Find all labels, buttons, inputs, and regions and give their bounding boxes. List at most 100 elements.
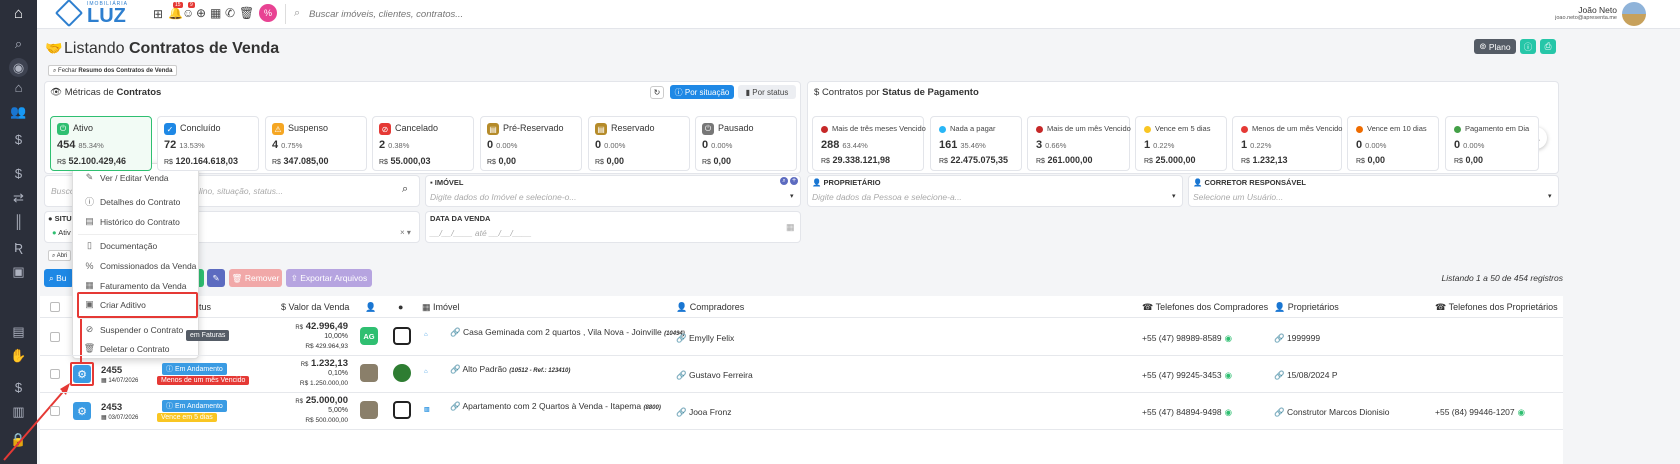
property-link[interactable]: 🔗 Alto Padrão (10512 - Ref.: 123410) bbox=[450, 364, 570, 375]
metric-card-5[interactable]: ▤ Reservado 0 0.00% R$ 0,00 bbox=[588, 116, 690, 171]
metric-card-4[interactable]: ▤ Pré-Reservado 0 0.00% R$ 0,00 bbox=[480, 116, 582, 171]
buyer-link[interactable]: 🔗 Emylly Felix bbox=[676, 333, 734, 344]
imovel-add-icon[interactable]: + bbox=[790, 177, 798, 185]
money-icon[interactable]: $ bbox=[9, 130, 28, 149]
chevron-down-icon[interactable]: ▾ bbox=[790, 192, 794, 200]
owner-phone-number: +55 (84) 99446-1207 bbox=[1435, 407, 1515, 417]
phone-icon[interactable]: ✆ bbox=[225, 6, 235, 20]
select-all-checkbox[interactable] bbox=[50, 302, 60, 312]
divider bbox=[40, 317, 1563, 318]
menu-item-addendum[interactable]: ▣ Criar Aditivo bbox=[84, 299, 146, 310]
shuffle-icon[interactable]: ⇄ bbox=[9, 188, 28, 207]
calendar-icon[interactable]: ▦ bbox=[210, 6, 221, 20]
buyer-link[interactable]: 🔗 Jooa Fronz bbox=[676, 407, 731, 418]
dollar-icon[interactable]: $ bbox=[9, 164, 28, 183]
clear-icon[interactable]: × ▾ bbox=[400, 228, 411, 237]
house-icon[interactable]: ⌂ bbox=[9, 78, 28, 97]
payment-title-bold: Status de Pagamento bbox=[882, 87, 979, 98]
barcode-icon[interactable]: ║ bbox=[9, 212, 28, 231]
imovel-filter[interactable] bbox=[425, 175, 801, 207]
payment-card-3[interactable]: Vence em 5 dias 1 0.22% R$ 25.000,00 bbox=[1135, 116, 1227, 171]
owner-link[interactable]: 🔗 15/08/2024 P bbox=[1274, 370, 1338, 381]
search-icon[interactable]: ⌕ bbox=[402, 183, 408, 196]
remove-button[interactable]: 🗑 Remover bbox=[229, 269, 282, 287]
menu-item-percent[interactable]: % Comissionados da Venda bbox=[84, 260, 196, 271]
avatar[interactable] bbox=[360, 401, 378, 419]
menu-item-document[interactable]: ▯ Documentação bbox=[84, 240, 157, 251]
tag-icon[interactable]: % bbox=[259, 4, 277, 22]
menu-item-info[interactable]: ⓘ Detalhes do Contrato bbox=[84, 196, 180, 208]
metric-card-0[interactable]: ⏻ Ativo 454 85.34% R$ 52.100.429,46 bbox=[50, 116, 152, 171]
metric-card-1[interactable]: ✓ Concluído 72 13.53% R$ 120.164.618,03 bbox=[157, 116, 259, 171]
search-button[interactable]: ⌕ Bu bbox=[44, 269, 74, 287]
row-checkbox[interactable] bbox=[50, 369, 60, 379]
menu-item-suspend[interactable]: ⊘ Suspender o Contrato bbox=[84, 324, 183, 335]
advanced-filter-toggle[interactable]: ⌕ Abri bbox=[48, 250, 72, 261]
people-icon[interactable]: 👥 bbox=[9, 102, 28, 121]
payment-card-4[interactable]: Menos de um mês Vencido 1 0.22% R$ 1.232,13 bbox=[1232, 116, 1342, 171]
users-icon[interactable]: ☺ bbox=[182, 6, 194, 20]
owner-link[interactable]: 🔗 Construtor Marcos Dionisio bbox=[1274, 407, 1389, 418]
chart-icon[interactable]: ▣ bbox=[9, 262, 28, 281]
buyer-phone[interactable]: +55 (47) 84894-9498 ◉ bbox=[1142, 407, 1232, 418]
bell-icon[interactable]: 🔔 bbox=[168, 6, 183, 20]
metric-card-2[interactable]: ⚠ Suspenso 4 0.75% R$ 347.085,00 bbox=[265, 116, 367, 171]
globe-icon[interactable]: ⊕ bbox=[196, 6, 206, 20]
buyer-phone[interactable]: +55 (47) 99245-3453 ◉ bbox=[1142, 370, 1232, 381]
payment-card-2[interactable]: Mais de um mês Vencido 3 0.66% R$ 261.000,0… bbox=[1027, 116, 1131, 171]
trash-icon[interactable]: 🗑 bbox=[239, 6, 254, 20]
edit-button[interactable]: ✎ bbox=[207, 269, 225, 287]
row-actions-gear-icon[interactable]: ⚙ bbox=[73, 365, 91, 383]
apps-icon[interactable]: ⊞ bbox=[153, 7, 163, 21]
whatsapp-icon[interactable]: ◉ bbox=[1225, 333, 1232, 343]
imovel-search-icon[interactable]: ⌕ bbox=[780, 177, 788, 185]
whatsapp-icon[interactable]: ◉ bbox=[1225, 370, 1232, 380]
chevron-down-icon[interactable]: ▾ bbox=[1548, 192, 1552, 200]
plan-button[interactable]: ⊚ Plano bbox=[1474, 39, 1516, 54]
menu-item-edit[interactable]: ✎ Ver / Editar Venda bbox=[84, 172, 169, 183]
user-name[interactable]: João Neto bbox=[1477, 5, 1617, 15]
by-status-button[interactable]: ▮ Por status bbox=[738, 85, 796, 99]
avatar[interactable]: AG bbox=[360, 327, 378, 345]
metric-currency: R$ bbox=[57, 159, 66, 166]
payment-card-5[interactable]: Vence em 10 dias 0 0.00% R$ 0,00 bbox=[1347, 116, 1439, 171]
whatsapp-icon[interactable]: ◉ bbox=[1225, 407, 1232, 417]
menu-item-history[interactable]: ▤ Histórico do Contrato bbox=[84, 216, 180, 227]
metric-card-6[interactable]: ⏻ Pausado 0 0.00% R$ 0,00 bbox=[695, 116, 797, 171]
metric-card-3[interactable]: ⊘ Cancelado 2 0.38% R$ 55.000,03 bbox=[372, 116, 474, 171]
chevron-down-icon[interactable]: ▾ bbox=[1172, 192, 1176, 200]
global-search-input[interactable] bbox=[309, 5, 609, 23]
row-actions-gear-icon[interactable]: ⚙ bbox=[73, 402, 91, 420]
refresh-icon[interactable]: ↻ bbox=[650, 86, 664, 99]
users-badge: 9 bbox=[188, 2, 195, 8]
zoom-icon[interactable]: ◉ bbox=[9, 58, 28, 77]
whatsapp-icon[interactable]: ◉ bbox=[1518, 407, 1525, 417]
contract-id: 2453 bbox=[101, 402, 123, 413]
payment-card-0[interactable]: Mais de três meses Vencido 288 63.44% R$ 29… bbox=[812, 116, 926, 171]
payment-card-6[interactable]: Pagamento em Dia 0 0.00% R$ 0,00 bbox=[1445, 116, 1539, 171]
home-logo-icon[interactable]: ⌂ bbox=[9, 4, 28, 23]
print-button[interactable]: ⎙ bbox=[1540, 39, 1556, 54]
property-link[interactable]: 🔗 Casa Geminada com 2 quartos , Vila Nov… bbox=[450, 327, 685, 338]
info-button[interactable]: ⓘ bbox=[1520, 39, 1536, 54]
buyer-phone[interactable]: +55 (47) 98989-8589 ◉ bbox=[1142, 333, 1232, 344]
menu-item-invoice[interactable]: ▦ Faturamento da Venda bbox=[84, 280, 186, 291]
row-checkbox[interactable] bbox=[50, 406, 60, 416]
property-link[interactable]: 🔗 Apartamento com 2 Quartos à Venda - It… bbox=[450, 401, 661, 412]
menu-item-trash[interactable]: 🗑 Deletar o Contrato bbox=[84, 343, 170, 354]
handshake-icon[interactable]: ✋ bbox=[9, 346, 28, 365]
report-icon[interactable]: ▤ bbox=[9, 322, 28, 341]
buyer-link[interactable]: 🔗 Gustavo Ferreira bbox=[676, 370, 753, 381]
search-icon[interactable]: ⌕ bbox=[9, 34, 28, 53]
row-checkbox[interactable] bbox=[50, 332, 60, 342]
avatar[interactable] bbox=[1622, 2, 1646, 26]
calendar-icon[interactable]: ▦ bbox=[786, 222, 795, 233]
payment-card-1[interactable]: Nada a pagar 161 35.46% R$ 22.475.075,35 bbox=[930, 116, 1022, 171]
owner-phone[interactable]: +55 (84) 99446-1207 ◉ bbox=[1435, 407, 1525, 418]
export-button[interactable]: ⇪ Exportar Arquivos bbox=[286, 269, 372, 287]
owner-link[interactable]: 🔗 1999999 bbox=[1274, 333, 1320, 344]
brand-icon[interactable]: Ʀ bbox=[9, 238, 28, 257]
summary-toggle[interactable]: ⌕ Fechar Resumo dos Contratos de Venda bbox=[48, 65, 178, 76]
avatar[interactable] bbox=[360, 364, 378, 382]
by-situation-button[interactable]: ⓘ Por situação bbox=[670, 85, 734, 99]
